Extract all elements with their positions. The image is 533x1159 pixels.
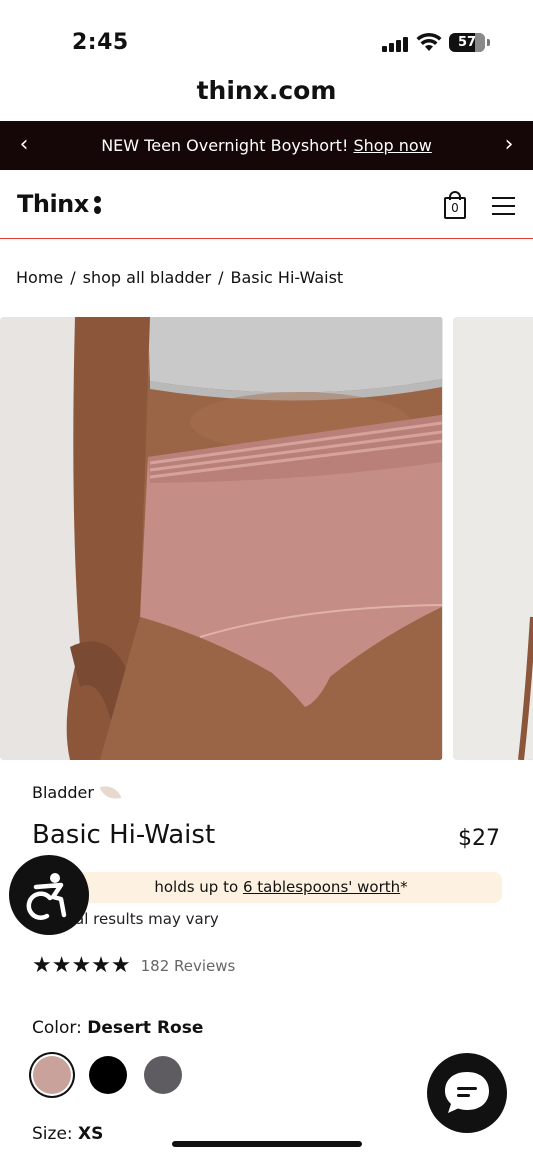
leaf-icon [99,781,122,804]
swatch-gray[interactable] [144,1056,182,1094]
selected-size: XS [78,1124,104,1144]
product-price: $27 [458,826,500,851]
swatch-black[interactable] [89,1056,127,1094]
product-photo[interactable] [0,317,443,760]
promo-message: NEW Teen Overnight Boyshort! Shop now [0,121,533,170]
logo-text: Thinx [17,190,89,218]
category-label: Bladder [32,783,94,802]
address-bar[interactable]: thinx.com [0,76,533,105]
breadcrumb-home[interactable]: Home [16,268,63,287]
reviews-count[interactable]: 182 Reviews [141,957,236,975]
breadcrumb-category[interactable]: shop all bladder [83,268,211,287]
thinx-logo[interactable]: Thinx [17,190,102,218]
product-gallery[interactable] [0,317,533,760]
breadcrumb-current: Basic Hi-Waist [230,268,344,287]
chevron-right-icon[interactable]: › [497,132,521,158]
color-label: Color: Desert Rose [32,1018,203,1038]
promo-text: NEW Teen Overnight Boyshort! [101,136,349,155]
battery-icon: 57 [449,33,490,52]
absorbency-link[interactable]: 6 tablespoons' worth [243,878,400,896]
hamburger-menu-icon[interactable] [492,195,516,215]
promo-shop-now-link[interactable]: Shop now [353,136,431,155]
chat-bubble-icon[interactable] [427,1053,507,1133]
absorbency-suffix: * [400,878,408,896]
swatch-desert-rose[interactable] [33,1056,71,1094]
star-rating-icon: ★★★★★ [32,953,131,978]
cart-count: 0 [444,197,466,219]
cart-button[interactable]: 0 [444,191,468,219]
selected-color-name: Desert Rose [87,1018,204,1038]
product-rating[interactable]: ★★★★★ 182 Reviews [32,953,235,978]
color-label-prefix: Color: [32,1018,82,1038]
size-label: Size: XS [32,1124,103,1144]
product-category: Bladder [32,781,122,804]
breadcrumb-separator: / [70,268,76,287]
breadcrumb: Home / shop all bladder / Basic Hi-Waist [16,268,343,287]
absorbency-badge: holds up to 6 tablespoons' worth* [60,872,502,903]
product-title: Basic Hi-Waist [32,820,216,850]
home-indicator[interactable] [172,1141,362,1147]
battery-level: 57 [457,35,477,50]
signal-icon [382,34,410,52]
status-bar: 2:45 57 [0,0,533,80]
logo-mark [92,193,102,215]
site-header: Thinx 0 [0,170,533,239]
accessibility-icon[interactable] [9,855,89,935]
absorbency-prefix: holds up to [154,878,243,896]
breadcrumb-separator: / [218,268,224,287]
promo-banner: ‹ NEW Teen Overnight Boyshort! Shop now … [0,121,533,170]
wifi-icon [416,32,442,51]
product-photo-next[interactable] [453,317,533,760]
status-time: 2:45 [72,30,129,55]
size-label-prefix: Size: [32,1124,73,1144]
